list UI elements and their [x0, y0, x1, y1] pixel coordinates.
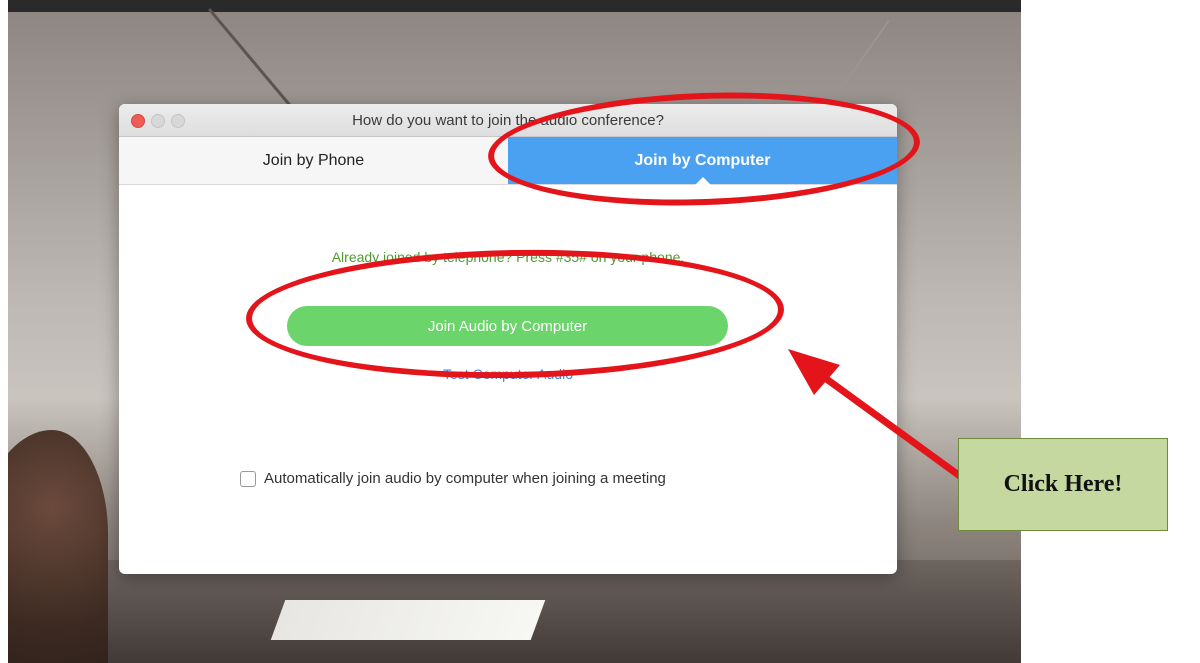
pointer-arrow-icon: [788, 349, 979, 491]
auto-join-checkbox[interactable]: [240, 470, 256, 487]
video-topbar: [8, 0, 1021, 12]
tab-join-by-phone[interactable]: Join by Phone: [119, 137, 508, 184]
auto-join-label[interactable]: Automatically join audio by computer whe…: [264, 470, 666, 487]
person-hair: [8, 430, 108, 663]
ceiling-light: [270, 600, 546, 640]
auto-join-row: Automatically join audio by computer whe…: [240, 470, 666, 487]
click-here-callout: Click Here!: [958, 438, 1168, 531]
